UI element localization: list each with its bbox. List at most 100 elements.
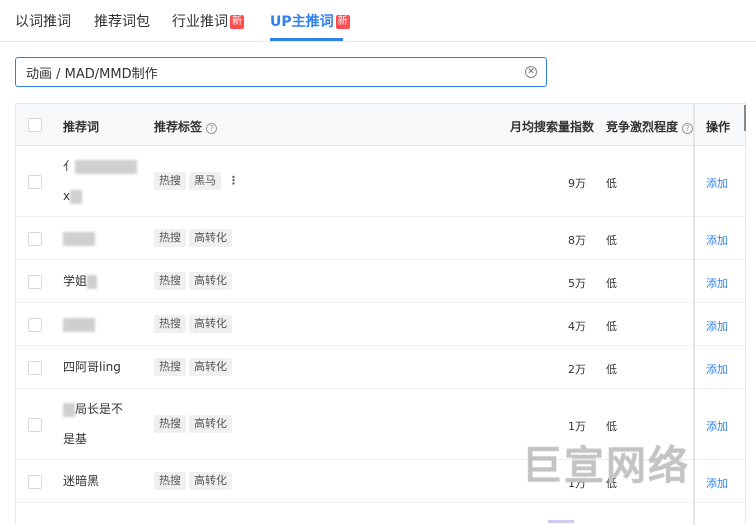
blurred-text bbox=[63, 317, 95, 332]
tag-hot: 热搜 bbox=[154, 472, 186, 490]
tag-hot: 热搜 bbox=[154, 415, 186, 433]
tag-high-conversion: 高转化 bbox=[189, 315, 232, 333]
header-competition: 竞争激烈程度? bbox=[606, 118, 694, 135]
row-checkbox[interactable] bbox=[28, 318, 42, 332]
tags-cell: 热搜 高转化 bbox=[154, 272, 235, 292]
volume-cell: 4万 bbox=[568, 320, 586, 333]
tags-cell: 热搜 高转化 bbox=[154, 415, 235, 435]
row-checkbox[interactable] bbox=[28, 418, 42, 432]
tag-hot: 热搜 bbox=[154, 229, 186, 247]
keyword-cell: 学姐 bbox=[63, 266, 143, 297]
keyword-text: 亻 bbox=[63, 159, 76, 173]
tag-dark-horse: 黑马 bbox=[189, 172, 221, 190]
more-icon[interactable]: ⋮ bbox=[228, 174, 239, 187]
blurred-text bbox=[63, 402, 75, 417]
add-link[interactable]: 添加 bbox=[706, 318, 728, 334]
new-badge: 新 bbox=[230, 15, 244, 29]
select-all-checkbox[interactable] bbox=[28, 118, 42, 132]
volume-cell: 8万 bbox=[568, 234, 586, 247]
header-volume[interactable]: 月均搜索量指数 bbox=[510, 118, 594, 135]
add-link[interactable]: 添加 bbox=[706, 361, 728, 377]
tag-high-conversion: 高转化 bbox=[189, 272, 232, 290]
competition-cell: 低 bbox=[606, 177, 617, 190]
active-tab-indicator bbox=[270, 38, 343, 41]
table-row: 热搜 高转化 8万 低 添加 bbox=[16, 217, 745, 260]
help-icon[interactable]: ? bbox=[682, 123, 694, 134]
add-link[interactable]: 添加 bbox=[706, 418, 728, 434]
tab-label: 推荐词包 bbox=[94, 14, 150, 30]
tag-hot: 热搜 bbox=[154, 315, 186, 333]
keyword-text: 局长是不 bbox=[75, 402, 124, 416]
new-badge: 新 bbox=[335, 15, 350, 29]
scrollbar[interactable] bbox=[744, 105, 746, 131]
tab-label: UP主推词 bbox=[270, 14, 334, 30]
scroll-indicator bbox=[548, 520, 574, 523]
table-header: 推荐词 推荐标签? 月均搜索量指数 竞争激烈程度? 操作 bbox=[16, 104, 745, 146]
keyword-cell: 亻 x bbox=[63, 151, 143, 211]
tags-cell: 热搜 高转化 bbox=[154, 229, 235, 249]
tag-hot: 热搜 bbox=[154, 272, 186, 290]
blurred-text bbox=[70, 189, 83, 204]
tag-high-conversion: 高转化 bbox=[189, 358, 232, 376]
watermark: 巨宣网络 bbox=[522, 443, 690, 489]
header-keyword: 推荐词 bbox=[63, 120, 100, 134]
table-row: 亻 x 热搜 黑马 ⋮ 9万 低 添加 bbox=[16, 146, 745, 217]
search-box: ✕ bbox=[15, 57, 547, 87]
tag-hot: 热搜 bbox=[154, 358, 186, 376]
tab-label: 以词推词 bbox=[15, 14, 71, 30]
tab-recommended-packages[interactable]: 推荐词包 bbox=[94, 12, 150, 32]
volume-cell: 2万 bbox=[568, 363, 586, 376]
blurred-text bbox=[87, 274, 98, 289]
tab-bar: 以词推词 推荐词包 行业推词新 UP主推词新 bbox=[0, 0, 756, 42]
keyword-cell: 迷暗黑 bbox=[63, 466, 143, 497]
keyword-cell: 局长是不 是基 bbox=[63, 394, 143, 454]
row-checkbox[interactable] bbox=[28, 361, 42, 375]
tag-high-conversion: 高转化 bbox=[189, 415, 232, 433]
tags-cell: 热搜 高转化 bbox=[154, 315, 235, 335]
competition-cell: 低 bbox=[606, 234, 617, 247]
tag-hot: 热搜 bbox=[154, 172, 186, 190]
tag-high-conversion: 高转化 bbox=[189, 472, 232, 490]
table-row: 学姐 热搜 高转化 5万 低 添加 bbox=[16, 260, 745, 303]
competition-cell: 低 bbox=[606, 420, 617, 433]
table-row: 热搜 高转化 4万 低 添加 bbox=[16, 303, 745, 346]
competition-cell: 低 bbox=[606, 363, 617, 376]
clear-icon[interactable]: ✕ bbox=[525, 66, 537, 78]
tag-high-conversion: 高转化 bbox=[189, 229, 232, 247]
search-input[interactable] bbox=[26, 62, 516, 82]
keyword-cell bbox=[63, 309, 143, 340]
help-icon[interactable]: ? bbox=[206, 123, 218, 134]
blurred-text bbox=[63, 231, 95, 246]
keyword-cell: 四阿哥ling bbox=[63, 352, 143, 383]
competition-cell: 低 bbox=[606, 277, 617, 290]
volume-cell: 9万 bbox=[568, 177, 586, 190]
tags-cell: 热搜 高转化 bbox=[154, 358, 235, 378]
header-tags: 推荐标签? bbox=[154, 118, 218, 135]
volume-cell: 1万 bbox=[568, 420, 586, 433]
competition-cell: 低 bbox=[606, 320, 617, 333]
add-link[interactable]: 添加 bbox=[706, 175, 728, 191]
keyword-text: x bbox=[63, 189, 71, 203]
header-tags-label: 推荐标签 bbox=[154, 120, 203, 134]
tags-cell: 热搜 高转化 bbox=[154, 472, 235, 492]
add-link[interactable]: 添加 bbox=[706, 275, 728, 291]
keyword-text: 学姐 bbox=[63, 274, 88, 288]
blurred-text bbox=[75, 159, 138, 174]
header-competition-label: 竞争激烈程度 bbox=[606, 120, 679, 134]
keyword-cell bbox=[63, 223, 143, 254]
row-checkbox[interactable] bbox=[28, 475, 42, 489]
tab-industry-words[interactable]: 行业推词新 bbox=[172, 12, 244, 32]
keyword-text: 四阿哥ling bbox=[63, 360, 121, 374]
tab-up-words[interactable]: UP主推词新 bbox=[270, 12, 350, 32]
tab-word-to-word[interactable]: 以词推词 bbox=[15, 12, 71, 32]
add-link[interactable]: 添加 bbox=[706, 232, 728, 248]
row-checkbox[interactable] bbox=[28, 275, 42, 289]
volume-cell: 5万 bbox=[568, 277, 586, 290]
tab-label: 行业推词 bbox=[172, 14, 228, 30]
add-link[interactable]: 添加 bbox=[706, 475, 728, 491]
keyword-text: 迷暗黑 bbox=[63, 474, 100, 488]
row-checkbox[interactable] bbox=[28, 175, 42, 189]
table-row: 四阿哥ling 热搜 高转化 2万 低 添加 bbox=[16, 346, 745, 389]
keyword-text: 是基 bbox=[63, 432, 88, 446]
row-checkbox[interactable] bbox=[28, 232, 42, 246]
